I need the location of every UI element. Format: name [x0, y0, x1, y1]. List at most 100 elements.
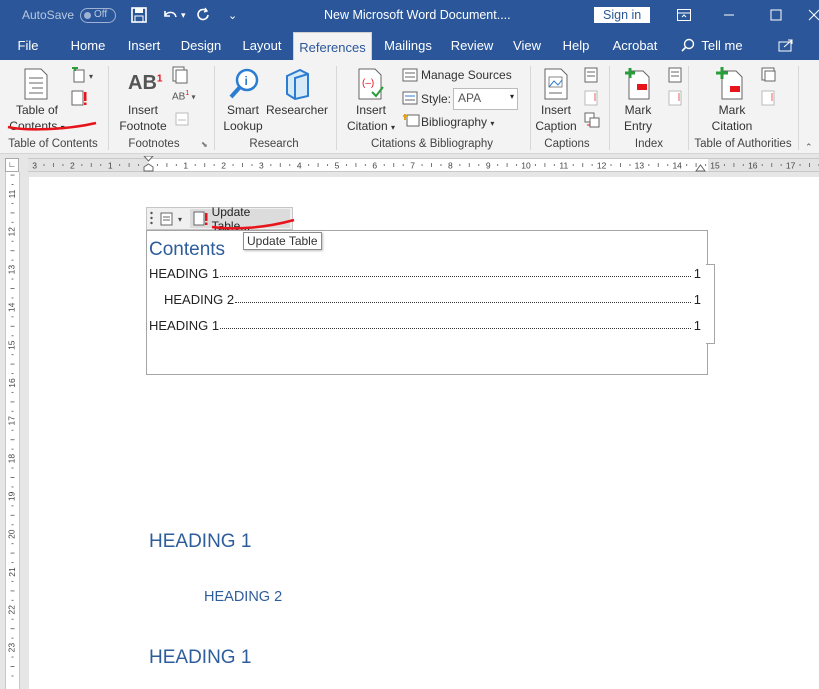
indent-marker-icon[interactable]: [143, 156, 154, 172]
group-label-authorities: Table of Authorities: [694, 138, 792, 150]
footnotes-dialog-launcher-icon[interactable]: ⬊: [201, 140, 208, 149]
sign-in-button[interactable]: Sign in: [594, 0, 651, 30]
insert-footnote-button[interactable]: Insert Footnote: [114, 102, 172, 134]
toc-title: Contents: [149, 239, 226, 260]
update-authorities-icon[interactable]: [761, 90, 775, 109]
heading-1[interactable]: HEADING 1: [149, 647, 251, 669]
search-icon: [681, 38, 695, 52]
insert-table-of-figures-icon[interactable]: [584, 67, 598, 86]
ruler-label: 23: [7, 643, 17, 653]
tab-home[interactable]: Home: [62, 30, 114, 60]
add-text-icon[interactable]: ▾: [71, 65, 97, 86]
table-of-contents[interactable]: Contents HEADING 1 1 HEADING 2 1 HEADING…: [146, 230, 708, 375]
ruler-label: 7: [410, 161, 415, 171]
insert-index-icon[interactable]: [668, 67, 682, 86]
ruler-label: 14: [672, 161, 682, 171]
insert-endnote-icon[interactable]: [172, 66, 188, 87]
collapse-ribbon-icon[interactable]: ⌃: [805, 142, 813, 153]
tell-me-search[interactable]: Tell me: [676, 30, 748, 60]
ruler-label: 10: [521, 161, 531, 171]
toc-entry[interactable]: HEADING 2 1: [164, 291, 703, 309]
dot-leader: [220, 328, 691, 329]
update-table-tooltip: Update Table: [243, 232, 322, 250]
researcher-button[interactable]: Researcher: [266, 102, 328, 118]
red-underline-annotation: [7, 121, 97, 131]
toc-entry[interactable]: HEADING 1 1: [149, 265, 703, 283]
redo-icon[interactable]: [196, 0, 212, 30]
customize-qat-icon[interactable]: ⌄: [228, 0, 237, 30]
tab-help[interactable]: Help: [556, 30, 596, 60]
maximize-icon[interactable]: [770, 0, 782, 30]
smart-lookup-button[interactable]: Smart Lookup: [218, 102, 268, 134]
insert-citation-icon[interactable]: (–): [358, 68, 384, 103]
insert-table-of-authorities-icon[interactable]: [761, 67, 777, 86]
citation-style-select[interactable]: APA ▾: [453, 88, 518, 110]
ruler-label: 11: [559, 161, 568, 171]
ruler-label: 1: [183, 161, 188, 171]
right-indent-marker-icon[interactable]: [695, 163, 706, 172]
autosave-toggle[interactable]: Off: [80, 0, 116, 30]
insert-caption-icon[interactable]: [544, 68, 568, 103]
tab-layout[interactable]: Layout: [236, 30, 288, 60]
drag-handle-icon[interactable]: [150, 211, 153, 225]
separator: [108, 66, 109, 150]
ruler-label: 17: [7, 416, 17, 426]
ruler-label: 4: [297, 161, 302, 171]
ruler-label: 13: [635, 161, 645, 171]
tab-references[interactable]: References: [293, 32, 372, 61]
table-of-contents-icon[interactable]: [24, 68, 48, 103]
ribbon-display-icon[interactable]: [677, 0, 691, 30]
ruler-label: 14: [7, 302, 17, 312]
update-index-icon[interactable]: [668, 90, 682, 109]
mark-citation-icon[interactable]: [715, 66, 745, 103]
document-title: New Microsoft Word Document....: [324, 8, 511, 22]
vertical-ruler[interactable]: 11 12 13 14 15 16 17 18 19 20 21 22 23: [0, 172, 22, 689]
ruler-label: 9: [486, 161, 491, 171]
close-icon[interactable]: [808, 0, 819, 30]
toc-options-button[interactable]: ▾: [159, 209, 187, 228]
tab-view[interactable]: View: [508, 30, 546, 60]
manage-sources-button[interactable]: Manage Sources: [421, 67, 512, 83]
ruler-label: 16: [7, 378, 17, 388]
bibliography-button[interactable]: Bibliography ▾: [421, 114, 494, 132]
toc-entry[interactable]: HEADING 1 1: [149, 317, 703, 335]
next-footnote-icon[interactable]: AB1 ▾: [172, 90, 196, 102]
tab-design[interactable]: Design: [175, 30, 227, 60]
undo-dropdown-icon[interactable]: ▾: [181, 0, 186, 30]
autosave-label: AutoSave: [22, 8, 75, 22]
group-label-toc: Table of Contents: [8, 138, 98, 150]
tab-review[interactable]: Review: [446, 30, 498, 60]
tab-selector-icon[interactable]: ∟: [5, 158, 19, 172]
ruler-label: 18: [7, 454, 17, 464]
separator: [214, 66, 215, 150]
researcher-icon[interactable]: [284, 68, 310, 103]
tab-insert[interactable]: Insert: [120, 30, 168, 60]
tab-mailings[interactable]: Mailings: [377, 30, 439, 60]
insert-citation-button[interactable]: Insert Citation ▾: [342, 102, 400, 136]
group-label-index: Index: [634, 138, 664, 150]
chevron-down-icon: ▾: [509, 92, 514, 101]
cross-reference-icon[interactable]: [584, 112, 600, 131]
show-notes-icon[interactable]: [175, 112, 189, 129]
undo-icon[interactable]: [161, 0, 179, 30]
mark-citation-button[interactable]: Mark Citation: [702, 102, 762, 134]
horizontal-ruler[interactable]: ∟ 3 2 1 1 2 3 4 5 6 7 8 9 10 11 12 13 14 15 16 17: [0, 156, 819, 172]
update-table-ribbon-icon[interactable]: [71, 90, 89, 109]
share-icon[interactable]: [774, 30, 798, 60]
mark-entry-icon[interactable]: [624, 66, 650, 103]
insert-footnote-icon[interactable]: AB1: [128, 72, 162, 95]
update-figures-icon[interactable]: [584, 90, 598, 109]
heading-1[interactable]: HEADING 1: [149, 531, 251, 553]
ruler-label: 22: [7, 605, 17, 615]
ruler-label: 11: [7, 189, 17, 198]
tab-file[interactable]: File: [10, 30, 46, 60]
insert-caption-button[interactable]: Insert Caption: [530, 102, 582, 134]
mark-entry-button[interactable]: Mark Entry: [612, 102, 664, 134]
tab-acrobat[interactable]: Acrobat: [606, 30, 664, 60]
ruler-label: 12: [7, 227, 17, 237]
minimize-icon[interactable]: [723, 0, 735, 30]
heading-2[interactable]: HEADING 2: [204, 589, 282, 605]
save-icon[interactable]: [131, 0, 147, 30]
smart-lookup-icon[interactable]: i: [229, 68, 259, 103]
group-label-footnotes: Footnotes: [128, 138, 180, 150]
